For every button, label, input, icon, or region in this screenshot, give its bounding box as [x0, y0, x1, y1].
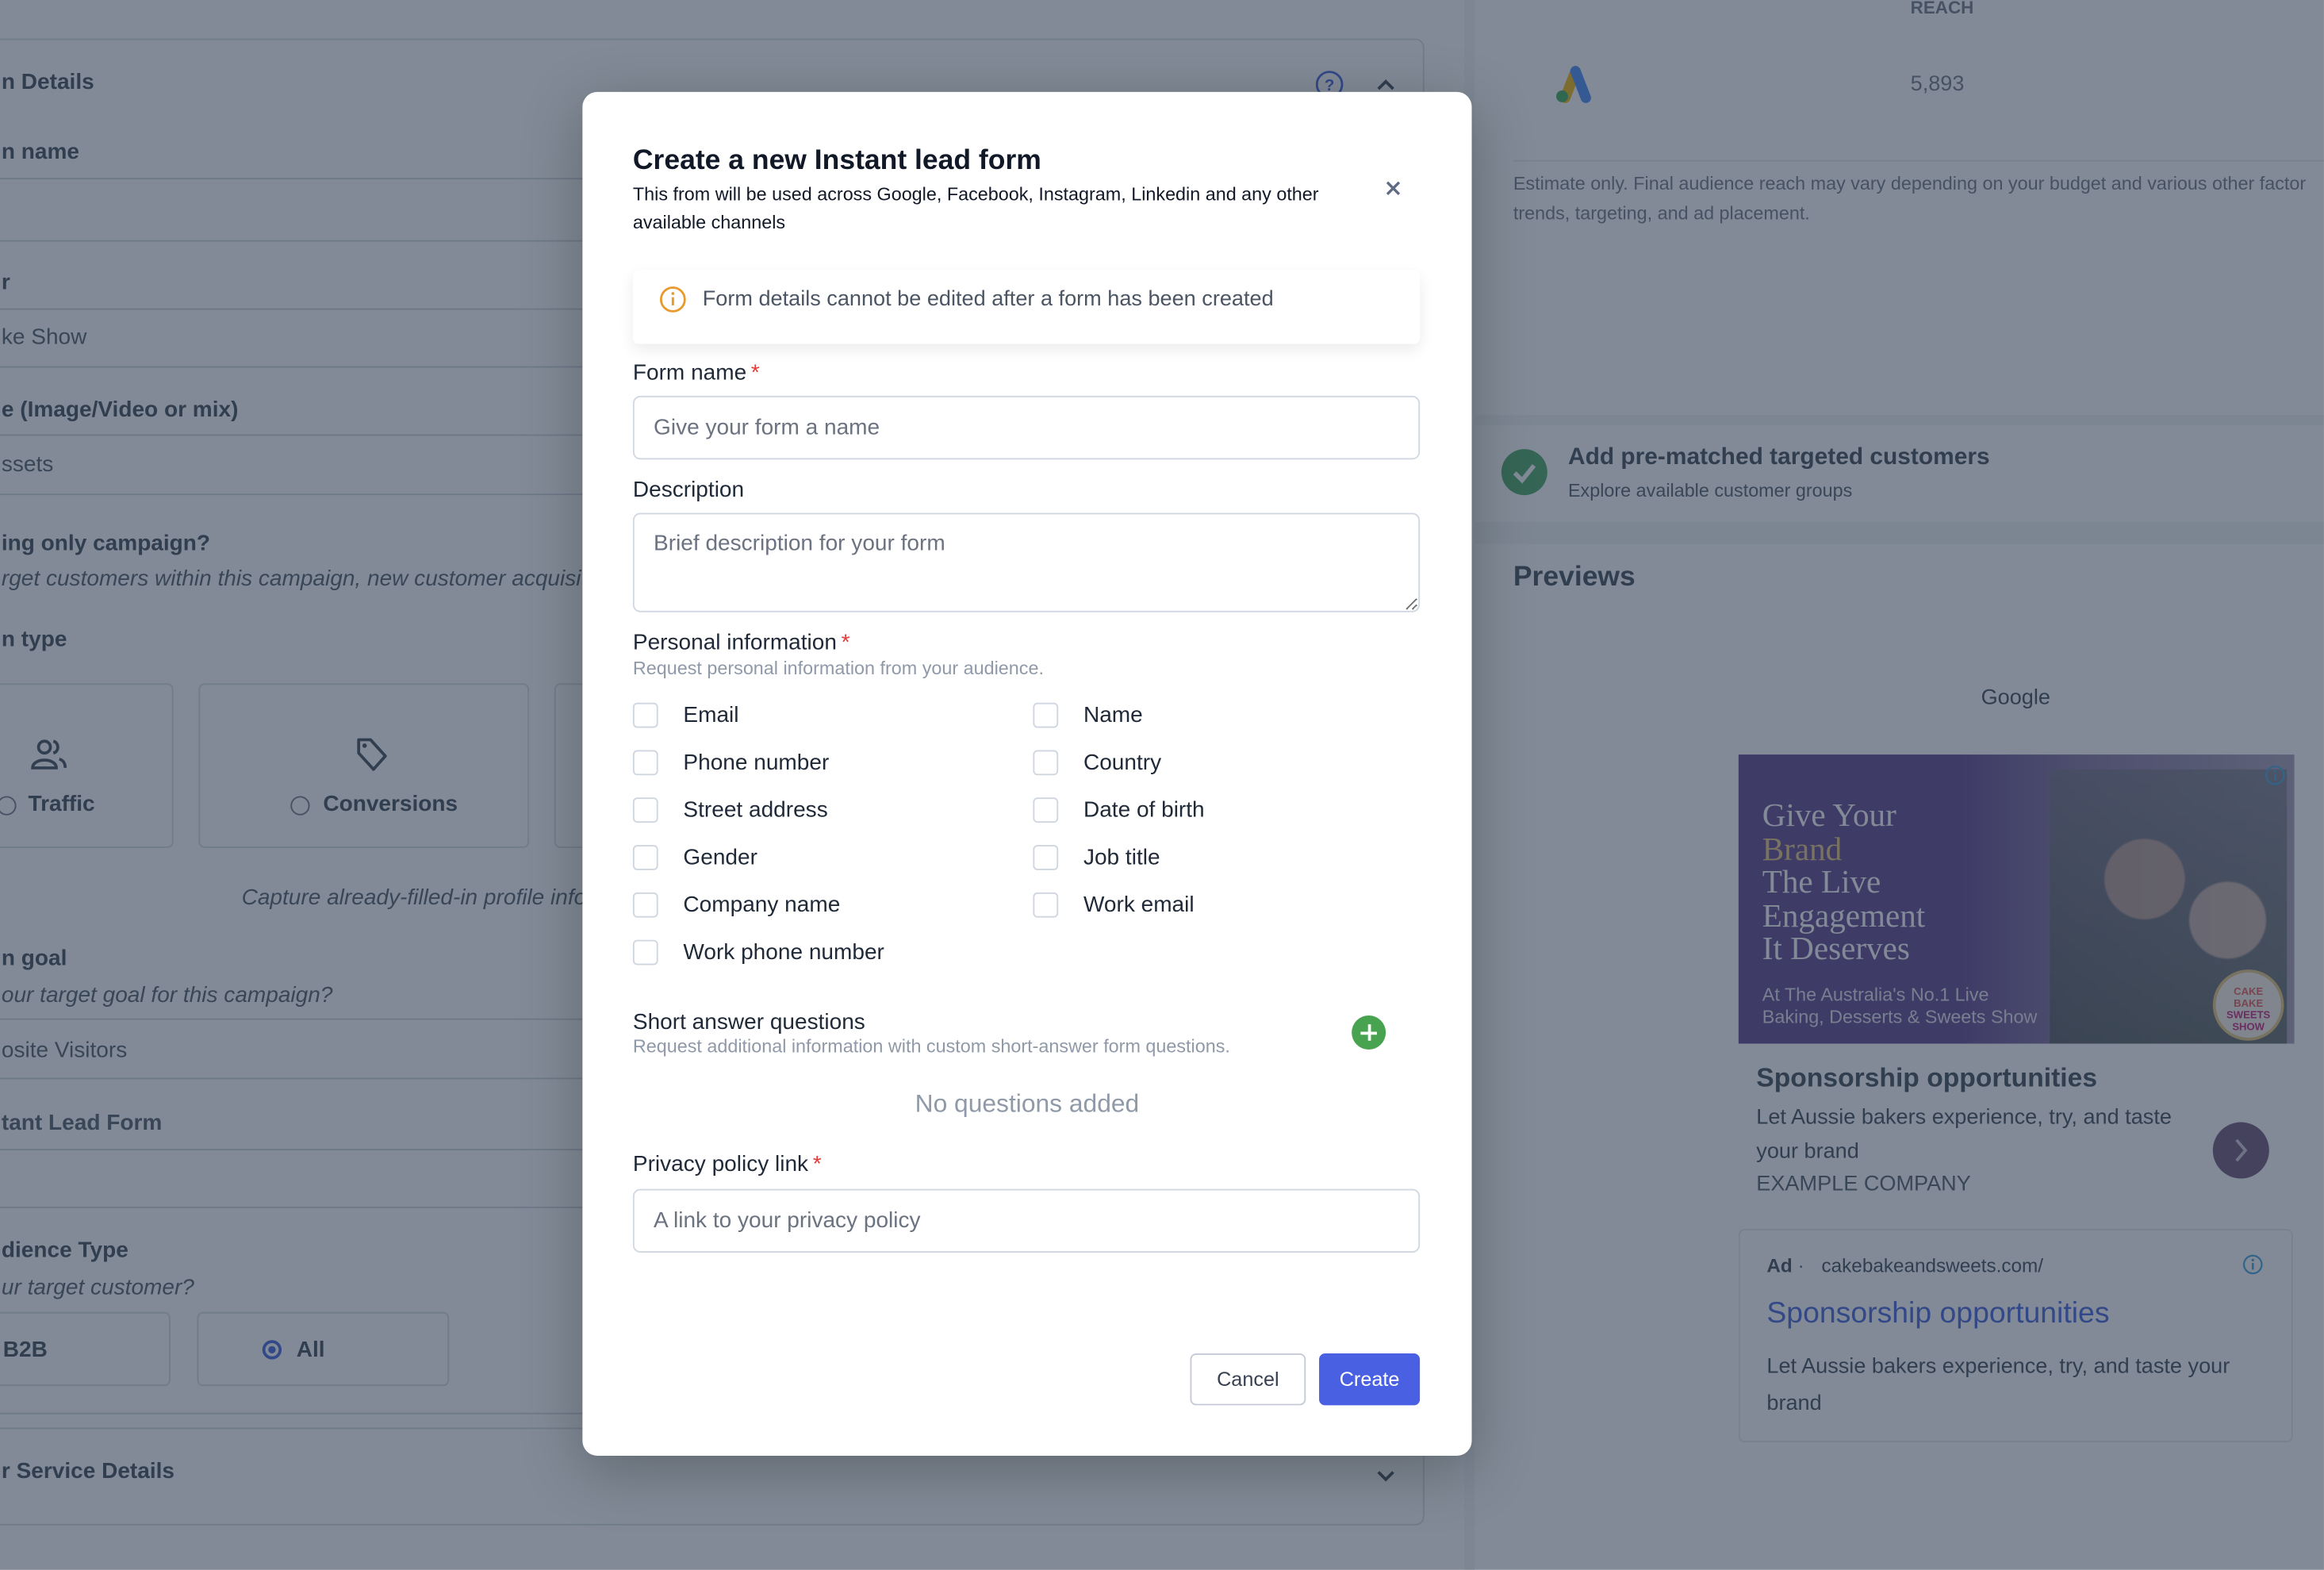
checkbox-option[interactable]: Name [1033, 700, 1143, 729]
privacy-link-input[interactable] [632, 1188, 1421, 1253]
checkbox[interactable] [1033, 701, 1059, 727]
checkbox[interactable] [1033, 891, 1059, 917]
checkbox-option[interactable]: Company name [632, 889, 841, 919]
checkbox-option[interactable]: Work email [1033, 889, 1195, 919]
checkbox[interactable] [1033, 844, 1059, 869]
checkbox-option[interactable]: Work phone number [632, 937, 884, 966]
modal-title: Create a new Instant lead form [632, 145, 1041, 177]
create-lead-form-modal: Create a new Instant lead form This from… [582, 91, 1472, 1456]
form-name-label: Form name * [632, 360, 760, 386]
checkbox-label: Gender [683, 844, 757, 869]
checkbox[interactable] [1033, 797, 1059, 823]
checkbox-label: Country [1083, 749, 1162, 775]
checkbox-option[interactable]: Job title [1033, 842, 1160, 871]
create-button[interactable]: Create [1319, 1353, 1421, 1406]
modal-subtitle: This from will be used across Google, Fa… [632, 183, 1319, 233]
checkbox[interactable] [632, 701, 658, 727]
checkbox[interactable] [632, 844, 658, 869]
checkbox-option[interactable]: Date of birth [1033, 795, 1205, 824]
short-answer-label: Short answer questions [632, 1009, 865, 1035]
info-alert: Form details cannot be edited after a fo… [632, 270, 1421, 344]
cancel-button[interactable]: Cancel [1190, 1353, 1306, 1406]
checkbox[interactable] [632, 891, 658, 917]
checkbox-label: Company name [683, 891, 841, 917]
checkbox[interactable] [632, 797, 658, 823]
description-label: Description [632, 477, 745, 503]
checkbox-label: Work phone number [683, 939, 884, 965]
checkbox-option[interactable]: Gender [632, 842, 757, 871]
info-circle-icon [659, 286, 687, 313]
checkbox[interactable] [632, 939, 658, 965]
short-answer-hint: Request additional information with cust… [632, 1036, 1230, 1058]
close-icon[interactable] [1380, 175, 1407, 202]
checkbox-label: Job title [1083, 844, 1160, 869]
no-questions-text: No questions added [915, 1089, 1140, 1118]
alert-text: Form details cannot be edited after a fo… [702, 287, 1274, 312]
checkbox-option[interactable]: Phone number [632, 747, 830, 777]
checkbox-option[interactable]: Street address [632, 795, 828, 824]
checkbox-label: Work email [1083, 891, 1195, 917]
add-question-button[interactable] [1352, 1015, 1386, 1050]
checkbox[interactable] [1033, 749, 1059, 775]
description-textarea[interactable] [632, 512, 1421, 612]
checkbox-label: Email [683, 701, 739, 727]
checkbox-option[interactable]: Email [632, 700, 739, 729]
personal-info-hint: Request personal information from your a… [632, 658, 1044, 679]
checkbox[interactable] [632, 749, 658, 775]
form-name-input[interactable] [632, 395, 1421, 460]
page: n Details ? n name r ke Show e (Image/Vi… [0, 0, 2324, 1570]
personal-info-label: Personal information * [632, 630, 850, 655]
checkbox-option[interactable]: Country [1033, 747, 1161, 777]
checkbox-label: Name [1083, 701, 1143, 727]
checkbox-label: Date of birth [1083, 797, 1205, 823]
checkbox-label: Phone number [683, 749, 830, 775]
privacy-label: Privacy policy link * [632, 1151, 822, 1177]
checkbox-label: Street address [683, 797, 828, 823]
